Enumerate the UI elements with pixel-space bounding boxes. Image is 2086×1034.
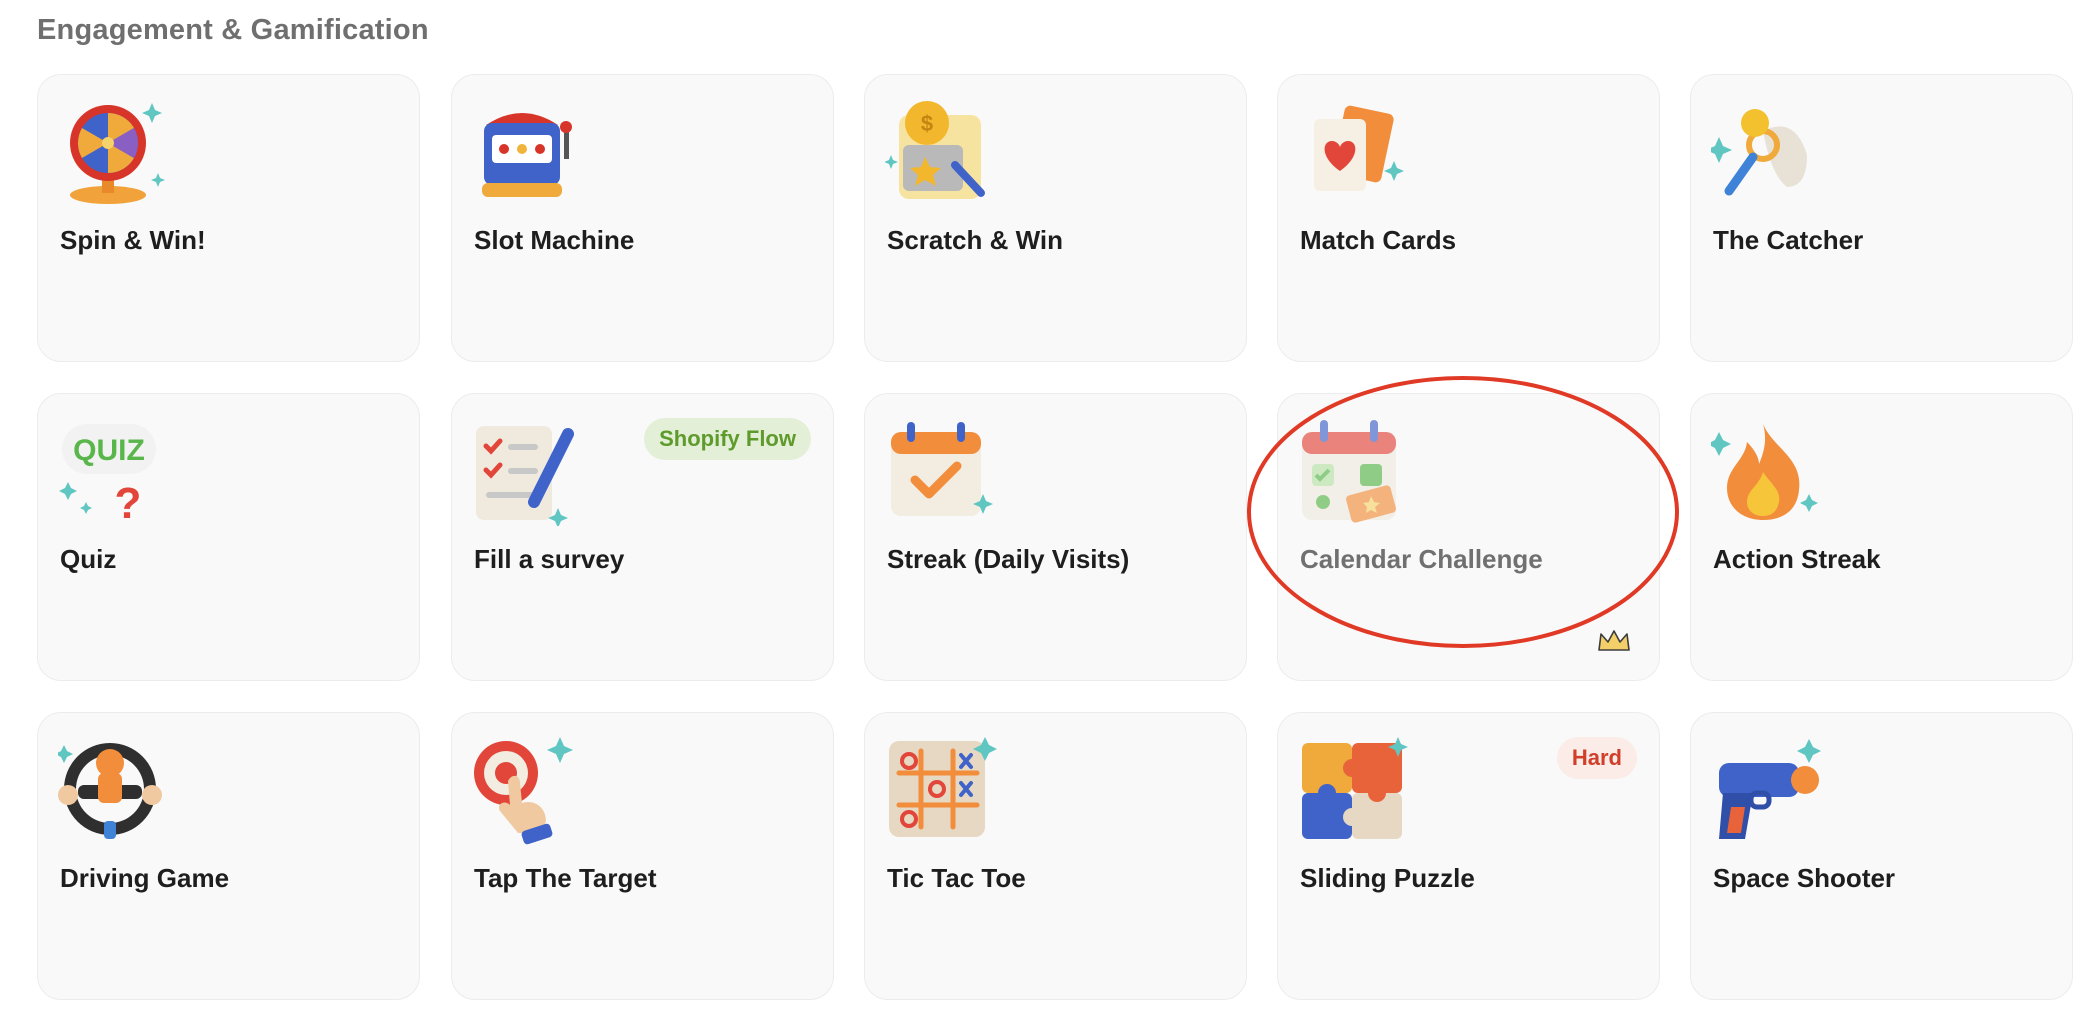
game-card-streak-daily-visits[interactable]: Streak (Daily Visits) [864, 393, 1247, 681]
game-card-spin-win[interactable]: Spin & Win! [37, 74, 420, 362]
calendar-challenge-icon [1298, 414, 1410, 526]
puzzle-pieces-icon [1298, 733, 1410, 845]
scratch-card-icon: $ [885, 95, 997, 207]
card-label: Tic Tac Toe [887, 863, 1026, 893]
tap-target-icon [472, 733, 584, 845]
card-label: Driving Game [60, 863, 230, 893]
shopify-flow-badge: Shopify Flow [644, 418, 811, 460]
spin-wheel-icon [58, 95, 170, 207]
card-label: Spin & Win! [60, 225, 206, 255]
premium-crown-icon [1597, 628, 1631, 654]
game-card-match-cards[interactable]: Match Cards [1277, 74, 1660, 362]
game-card-tap-the-target[interactable]: Tap The Target [451, 712, 834, 1000]
game-card-tic-tac-toe[interactable]: Tic Tac Toe [864, 712, 1247, 1000]
card-label: Fill a survey [474, 544, 625, 574]
card-label: Slot Machine [474, 225, 635, 255]
svg-text:?: ? [115, 479, 142, 526]
playing-cards-icon [1298, 95, 1410, 207]
game-card-sliding-puzzle[interactable]: Sliding Puzzle Hard [1277, 712, 1660, 1000]
game-card-space-shooter[interactable]: Space Shooter [1690, 712, 2073, 1000]
card-label: The Catcher [1713, 225, 1864, 255]
svg-text:QUIZ: QUIZ [73, 434, 145, 467]
card-label: Space Shooter [1713, 863, 1896, 893]
quiz-icon: QUIZ ? [58, 414, 170, 526]
calendar-check-icon [885, 414, 997, 526]
card-label: Match Cards [1300, 225, 1457, 255]
card-label: Quiz [60, 544, 117, 574]
flame-icon [1711, 414, 1823, 526]
section-title: Engagement & Gamification [37, 14, 429, 46]
card-label: Streak (Daily Visits) [887, 544, 1130, 574]
game-card-calendar-challenge[interactable]: Calendar Challenge [1277, 393, 1660, 681]
game-card-the-catcher[interactable]: The Catcher [1690, 74, 2073, 362]
game-card-slot-machine[interactable]: Slot Machine [451, 74, 834, 362]
svg-text:$: $ [921, 111, 933, 136]
game-card-action-streak[interactable]: Action Streak [1690, 393, 2073, 681]
game-card-quiz[interactable]: QUIZ ? Quiz [37, 393, 420, 681]
difficulty-badge: Hard [1556, 737, 1637, 779]
card-label: Calendar Challenge [1300, 544, 1543, 574]
blaster-gun-icon [1711, 733, 1823, 845]
catcher-net-icon [1711, 95, 1823, 207]
survey-checklist-icon [472, 414, 584, 526]
game-card-fill-a-survey[interactable]: Fill a survey Shopify Flow [451, 393, 834, 681]
card-label: Tap The Target [474, 863, 657, 893]
card-label: Scratch & Win [887, 225, 1064, 255]
game-card-scratch-win[interactable]: $ Scratch & Win [864, 74, 1247, 362]
tic-tac-toe-icon [885, 733, 997, 845]
card-label: Action Streak [1713, 544, 1881, 574]
game-card-driving-game[interactable]: Driving Game [37, 712, 420, 1000]
card-label: Sliding Puzzle [1300, 863, 1475, 893]
steering-wheel-icon [58, 733, 170, 845]
slot-machine-icon [472, 95, 584, 207]
